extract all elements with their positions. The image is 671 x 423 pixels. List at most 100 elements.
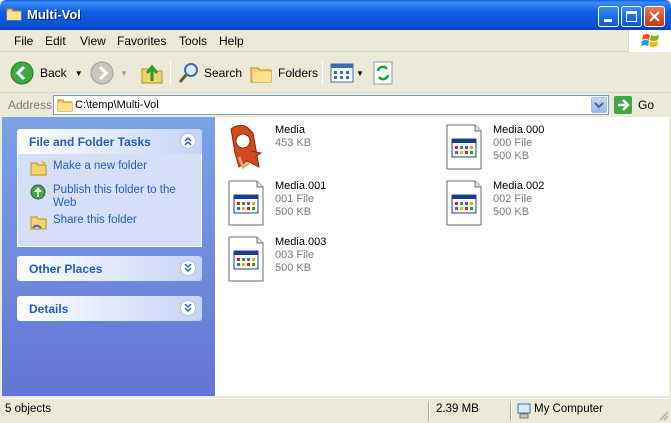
sync-icon — [373, 61, 393, 85]
menu-tools[interactable]: Tools — [179, 34, 207, 48]
publish-web-icon — [30, 184, 46, 200]
file-size: 500 KB — [275, 206, 312, 218]
file-type: 000 File — [493, 137, 533, 149]
file-item[interactable]: Media.002 002 File 500 KB — [437, 177, 647, 229]
forward-dropdown-icon[interactable]: ▼ — [120, 69, 128, 78]
share-folder-icon — [30, 216, 47, 230]
back-dropdown-icon[interactable]: ▼ — [75, 69, 83, 78]
back-arrow-icon — [10, 61, 34, 85]
generic-file-icon — [228, 236, 264, 282]
chevron-down-icon — [184, 263, 192, 273]
details-header[interactable]: Details — [17, 296, 202, 321]
search-icon — [178, 63, 198, 83]
task-pane: File and Folder Tasks Make a new folder — [2, 117, 215, 396]
windows-logo — [628, 30, 671, 52]
chevron-up-icon — [184, 136, 192, 146]
file-item[interactable]: Media.003 003 File 500 KB — [219, 233, 429, 285]
task-list: Make a new folder Publish this folder to… — [17, 154, 202, 247]
generic-file-icon — [446, 124, 482, 170]
minimize-button[interactable] — [598, 6, 619, 27]
address-input[interactable]: C:\temp\Multi-Vol — [53, 95, 609, 115]
file-item[interactable]: Media.001 001 File 500 KB — [219, 177, 429, 229]
menu-bar: File Edit View Favorites Tools Help — [0, 30, 671, 52]
maximize-button[interactable] — [621, 6, 642, 27]
generic-file-icon — [228, 180, 264, 226]
toolbar-separator — [322, 61, 323, 85]
menu-help[interactable]: Help — [219, 34, 244, 48]
folder-icon — [6, 8, 22, 21]
task-label: Publish this folder to the Web — [53, 184, 176, 209]
search-button[interactable]: Search — [178, 59, 242, 87]
forward-button[interactable]: ▼ — [90, 59, 128, 87]
go-button[interactable]: Go — [614, 96, 654, 114]
file-size: 500 KB — [493, 206, 530, 218]
expand-button[interactable] — [180, 260, 196, 276]
task-label: Share this folder — [53, 214, 137, 226]
panel-title: Details — [29, 302, 69, 316]
file-list[interactable]: Media 453 KB Media.000 000 File 500 KB M… — [215, 117, 669, 396]
menu-favorites[interactable]: Favorites — [117, 34, 166, 48]
file-folder-tasks-panel: File and Folder Tasks Make a new folder — [17, 129, 202, 247]
new-folder-icon — [30, 160, 47, 176]
menu-file[interactable]: File — [14, 34, 33, 48]
status-size: 2.39 MB — [436, 403, 479, 415]
status-separator — [510, 401, 512, 421]
windows-flag-icon — [641, 34, 659, 47]
search-label: Search — [204, 66, 243, 80]
folder-icon — [57, 99, 73, 112]
folders-label: Folders — [278, 66, 319, 80]
file-item[interactable]: Media 453 KB — [219, 121, 429, 173]
file-type: 001 File — [275, 193, 315, 205]
folders-button[interactable]: Folders — [250, 59, 318, 87]
file-size: 453 KB — [275, 137, 312, 149]
up-folder-button[interactable] — [140, 59, 164, 87]
generic-file-icon — [446, 180, 482, 226]
file-size: 500 KB — [275, 262, 312, 274]
collapse-button[interactable] — [180, 133, 196, 149]
close-button[interactable] — [644, 6, 665, 27]
address-path: C:\temp\Multi-Vol — [75, 99, 159, 111]
file-folder-tasks-header[interactable]: File and Folder Tasks — [17, 129, 202, 154]
details-panel: Details — [17, 296, 202, 321]
application-icon — [230, 124, 263, 170]
chevron-down-icon — [594, 102, 604, 109]
window-title: Multi-Vol — [27, 7, 81, 22]
chevron-down-icon — [184, 303, 192, 313]
make-new-folder-link[interactable]: Make a new folder — [18, 160, 201, 180]
status-bar: 5 objects 2.39 MB My Computer — [0, 398, 671, 423]
close-icon — [649, 11, 660, 22]
publish-folder-link[interactable]: Publish this folder to the Web — [18, 184, 201, 210]
toolbar-separator — [170, 61, 171, 85]
resize-grip-icon[interactable] — [657, 409, 669, 421]
file-size: 500 KB — [493, 150, 530, 162]
my-computer-icon — [517, 403, 531, 419]
forward-arrow-icon — [90, 61, 114, 85]
title-bar[interactable]: Multi-Vol — [0, 0, 671, 30]
address-dropdown-button[interactable] — [591, 97, 607, 113]
back-label: Back — [40, 66, 67, 80]
back-button[interactable]: Back ▼ — [10, 59, 83, 87]
expand-button[interactable] — [180, 300, 196, 316]
go-label: Go — [638, 98, 655, 112]
go-arrow-icon — [614, 96, 632, 114]
toolbar: Back ▼ ▼ Search Folders ▼ — [0, 53, 671, 93]
file-type: 003 File — [275, 249, 315, 261]
other-places-header[interactable]: Other Places — [17, 256, 202, 281]
status-location: My Computer — [534, 403, 604, 415]
up-folder-icon — [141, 64, 163, 84]
folders-icon — [250, 67, 272, 83]
other-places-panel: Other Places — [17, 256, 202, 281]
views-button[interactable]: ▼ — [330, 59, 364, 87]
menu-edit[interactable]: Edit — [45, 34, 66, 48]
file-type: 002 File — [493, 193, 533, 205]
file-name: Media.001 — [275, 180, 327, 192]
share-folder-link[interactable]: Share this folder — [18, 214, 201, 234]
views-dropdown-icon[interactable]: ▼ — [356, 69, 364, 78]
menu-view[interactable]: View — [80, 34, 106, 48]
address-bar: Address C:\temp\Multi-Vol Go — [0, 94, 671, 116]
views-icon — [330, 63, 354, 83]
file-name: Media.003 — [275, 236, 327, 248]
sync-button[interactable] — [372, 59, 394, 87]
file-name: Media.000 — [493, 124, 545, 136]
file-item[interactable]: Media.000 000 File 500 KB — [437, 121, 647, 173]
